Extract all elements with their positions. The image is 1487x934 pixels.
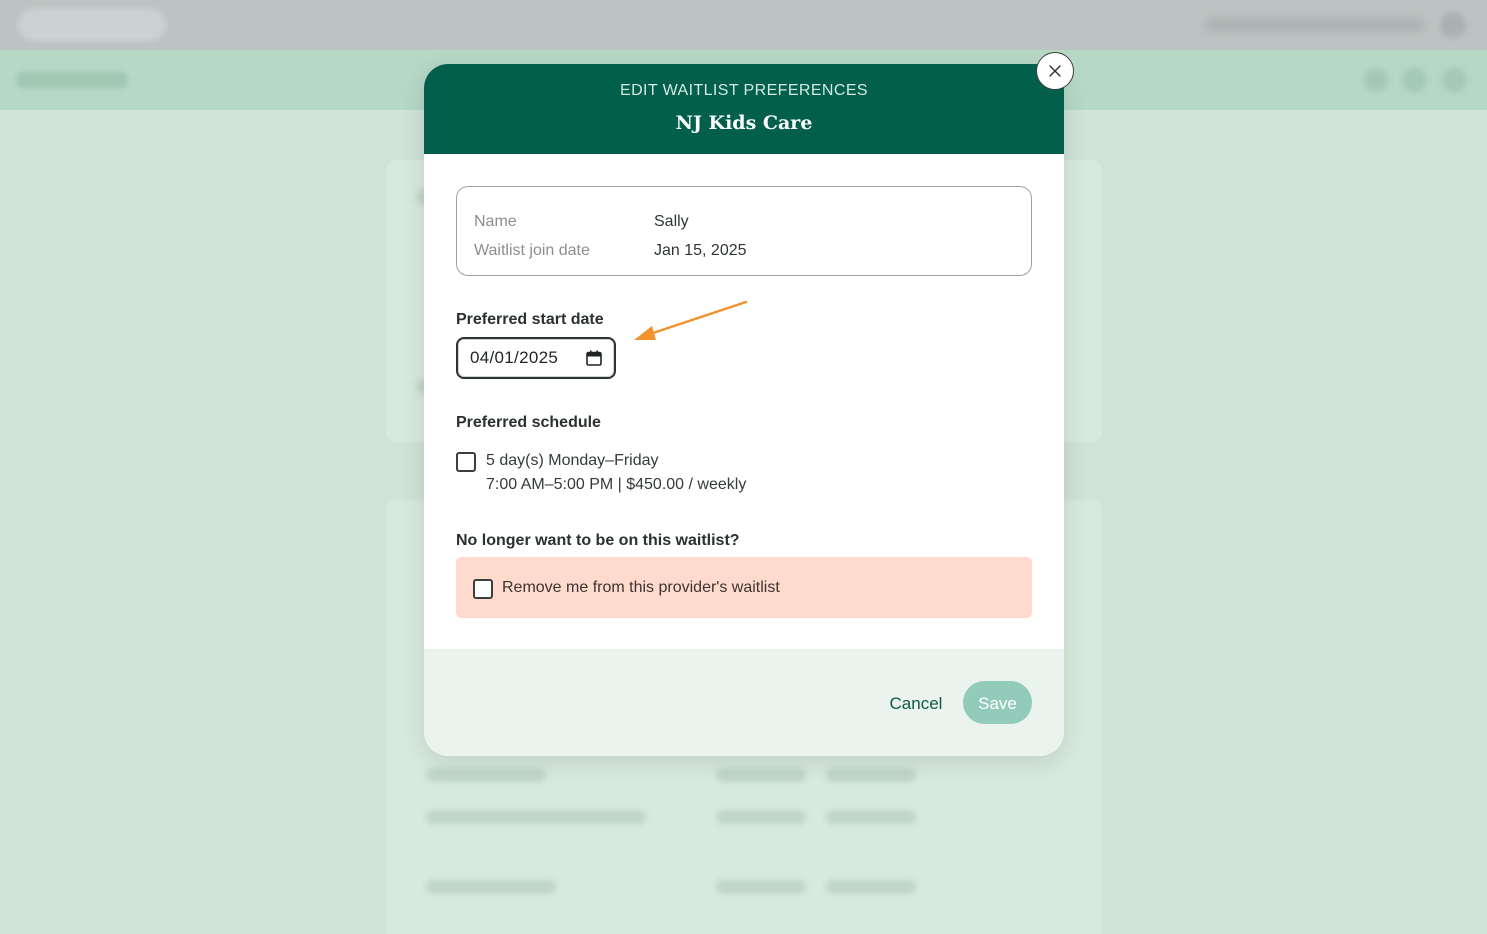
background-line [716, 880, 806, 894]
info-value: Sally [654, 213, 689, 230]
schedule-days: 5 day(s) Monday–Friday [486, 452, 659, 469]
modal-title: NJ Kids Care [675, 112, 813, 134]
background-nav-icon [1402, 68, 1426, 92]
save-button[interactable]: Save [963, 681, 1032, 724]
remove-question: No longer want to be on this waitlist? [456, 532, 740, 549]
background-line [826, 768, 916, 782]
info-row-join-date: Waitlist join date Jan 15, 2025 [474, 236, 1014, 265]
calendar-icon[interactable] [586, 350, 602, 366]
remove-section: No longer want to be on this waitlist? R… [456, 531, 1032, 618]
modal-eyebrow: EDIT WAITLIST PREFERENCES [620, 82, 868, 99]
info-value: Jan 15, 2025 [654, 242, 747, 259]
start-date-input[interactable]: 04/01/2025 [456, 337, 616, 379]
child-info-box: Name Sally Waitlist join date Jan 15, 20… [456, 186, 1032, 276]
background-logo [18, 9, 166, 41]
background-line [426, 768, 546, 782]
background-nav-title [16, 72, 128, 88]
modal-body: Name Sally Waitlist join date Jan 15, 20… [424, 154, 1064, 618]
background-line [826, 880, 916, 894]
info-label: Name [474, 213, 517, 230]
schedule-section: Preferred schedule 5 day(s) Monday–Frida… [456, 413, 1032, 497]
close-icon [1049, 65, 1061, 77]
background-topbar [0, 0, 1487, 50]
schedule-checkbox[interactable] [456, 452, 476, 472]
background-line [426, 880, 556, 894]
background-topbar-links [1205, 18, 1425, 32]
background-line [826, 810, 916, 824]
background-line [716, 810, 806, 824]
schedule-option[interactable]: 5 day(s) Monday–Friday 7:00 AM–5:00 PM |… [456, 449, 1032, 497]
background-avatar-icon [1442, 68, 1466, 92]
info-label: Waitlist join date [474, 242, 590, 259]
modal-footer: Cancel Save [424, 649, 1064, 756]
start-date-section: Preferred start date 04/01/2025 [456, 300, 1032, 379]
start-date-value: 04/01/2025 [470, 348, 559, 367]
background-line [716, 768, 806, 782]
schedule-label: Preferred schedule [456, 414, 601, 431]
arrow-icon [634, 300, 748, 340]
modal-header: EDIT WAITLIST PREFERENCES NJ Kids Care [424, 64, 1064, 154]
cancel-button[interactable]: Cancel [866, 681, 966, 724]
background-avatar [1440, 12, 1466, 38]
close-button[interactable] [1036, 52, 1074, 90]
remove-from-waitlist-box[interactable]: Remove me from this provider's waitlist [456, 557, 1032, 618]
schedule-hours-price: 7:00 AM–5:00 PM | $450.00 / weekly [486, 476, 747, 493]
remove-checkbox-label: Remove me from this provider's waitlist [502, 578, 780, 596]
schedule-option-text: 5 day(s) Monday–Friday 7:00 AM–5:00 PM |… [486, 449, 746, 497]
edit-waitlist-modal: EDIT WAITLIST PREFERENCES NJ Kids Care N… [424, 64, 1064, 756]
remove-checkbox[interactable] [473, 578, 493, 599]
background-nav-icon [1364, 68, 1388, 92]
background-line [426, 810, 646, 824]
info-row-name: Name Sally [474, 207, 1014, 236]
